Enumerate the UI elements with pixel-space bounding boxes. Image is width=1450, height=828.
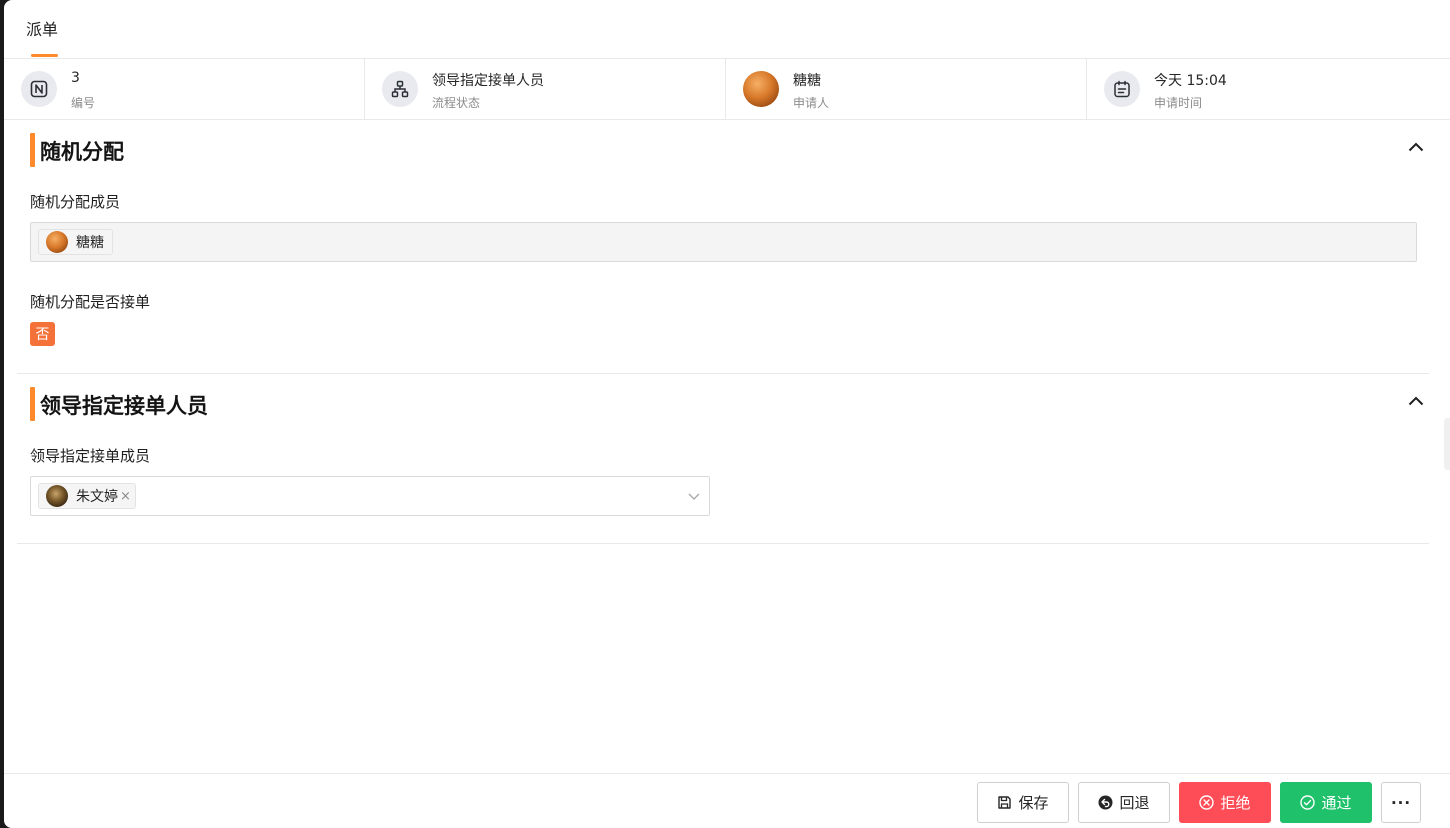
save-icon (998, 796, 1012, 809)
side-drawer-handle[interactable] (1444, 418, 1450, 470)
section-accent-bar (30, 133, 35, 167)
random-members-label: 随机分配成员 (30, 193, 121, 211)
info-applicant: 糖糖 申请人 (726, 59, 1087, 119)
member-chip: 糖糖 (38, 229, 113, 255)
calendar-icon (1104, 71, 1140, 107)
info-bar: 3 编号 领导指定接单人员 流程状态 糖糖 申请人 今天 15:04 申请时间 (4, 59, 1450, 120)
random-members-field: 糖糖 (30, 222, 1417, 262)
flow-tree-icon (382, 71, 418, 107)
save-button[interactable]: 保存 (977, 782, 1069, 823)
tab-active-indicator (31, 54, 58, 57)
section-title: 随机分配 (40, 140, 124, 164)
number-value: 3 (71, 70, 80, 86)
avatar (46, 485, 68, 507)
back-button-label: 回退 (1119, 794, 1150, 812)
info-time: 今天 15:04 申请时间 (1087, 59, 1450, 119)
leader-members-label: 领导指定接单成员 (30, 447, 151, 465)
member-name: 糖糖 (76, 235, 104, 251)
info-status: 领导指定接单人员 流程状态 (365, 59, 726, 119)
avatar (46, 231, 68, 253)
close-circle-icon (1199, 795, 1215, 810)
save-button-label: 保存 (1018, 794, 1049, 812)
applicant-label: 申请人 (793, 96, 830, 110)
time-label: 申请时间 (1154, 96, 1203, 110)
section-accent-bar (30, 387, 35, 421)
collapse-chevron-up-icon[interactable] (1405, 136, 1427, 158)
chevron-down-icon[interactable] (687, 489, 701, 503)
dispatch-panel: 派单 3 编号 领导指定接单人员 流程状态 糖糖 申请人 今天 15:04 申请… (4, 0, 1450, 828)
undo-icon (1098, 795, 1113, 810)
info-number: 3 编号 (4, 59, 365, 119)
approve-button[interactable]: 通过 (1280, 782, 1372, 823)
approve-button-label: 通过 (1321, 794, 1352, 812)
tab-dispatch[interactable]: 派单 (26, 16, 58, 40)
action-footer: 保存 回退 拒绝 通过 ··· (4, 773, 1450, 828)
applicant-value: 糖糖 (793, 73, 821, 89)
status-label: 流程状态 (432, 96, 481, 110)
tab-bar: 派单 (4, 0, 1450, 59)
avatar (743, 71, 779, 107)
collapse-chevron-up-icon[interactable] (1405, 390, 1427, 412)
back-button[interactable]: 回退 (1078, 782, 1170, 823)
number-label: 编号 (71, 96, 96, 110)
selected-member-chip: 朱文婷 × (38, 483, 136, 509)
member-name: 朱文婷 (76, 489, 118, 505)
time-value: 今天 15:04 (1154, 73, 1227, 89)
section-title: 领导指定接单人员 (40, 394, 208, 418)
reject-button-label: 拒绝 (1220, 794, 1251, 812)
notion-n-icon (21, 71, 57, 107)
random-accept-label: 随机分配是否接单 (30, 293, 151, 311)
check-circle-icon (1300, 795, 1316, 810)
more-button[interactable]: ··· (1381, 782, 1421, 823)
section-random-assign: 随机分配 随机分配成员 糖糖 随机分配是否接单 否 (17, 120, 1429, 374)
status-value: 领导指定接单人员 (432, 73, 544, 89)
more-dots-icon: ··· (1390, 793, 1412, 812)
leader-members-select[interactable]: 朱文婷 × (30, 476, 710, 516)
remove-chip-close-icon[interactable]: × (120, 489, 131, 504)
accept-status-tag: 否 (30, 322, 55, 346)
section-leader-designated: 领导指定接单人员 领导指定接单成员 朱文婷 × (17, 374, 1429, 544)
reject-button[interactable]: 拒绝 (1179, 782, 1271, 823)
